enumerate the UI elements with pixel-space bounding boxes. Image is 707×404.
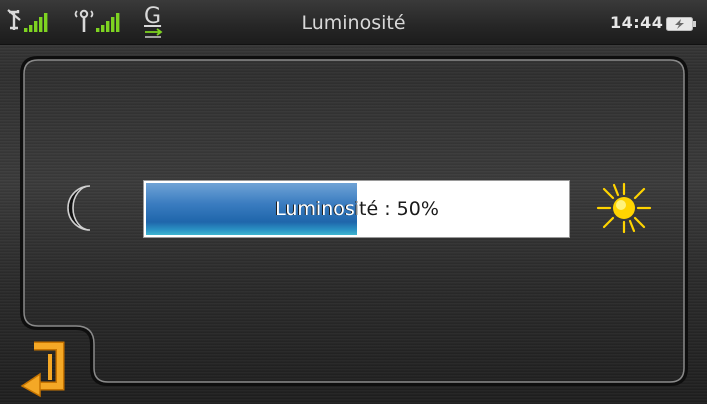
moon-icon[interactable] [64, 183, 104, 233]
brightness-screen: G Luminosité 14:44 Luminosité : 50% Lumi… [0, 0, 707, 404]
clock: 14:44 [610, 13, 664, 32]
back-arrow-icon [20, 341, 65, 398]
sun-icon[interactable] [594, 181, 654, 235]
brightness-slider[interactable]: Luminosité : 50% Luminosité : 50% [143, 180, 570, 238]
page-title: Luminosité [301, 12, 406, 34]
status-bar: G Luminosité 14:44 [0, 0, 707, 45]
battery-charging-icon [666, 17, 696, 31]
brightness-label-overlay: Luminosité : 50% [275, 198, 357, 220]
back-button[interactable] [10, 340, 68, 398]
